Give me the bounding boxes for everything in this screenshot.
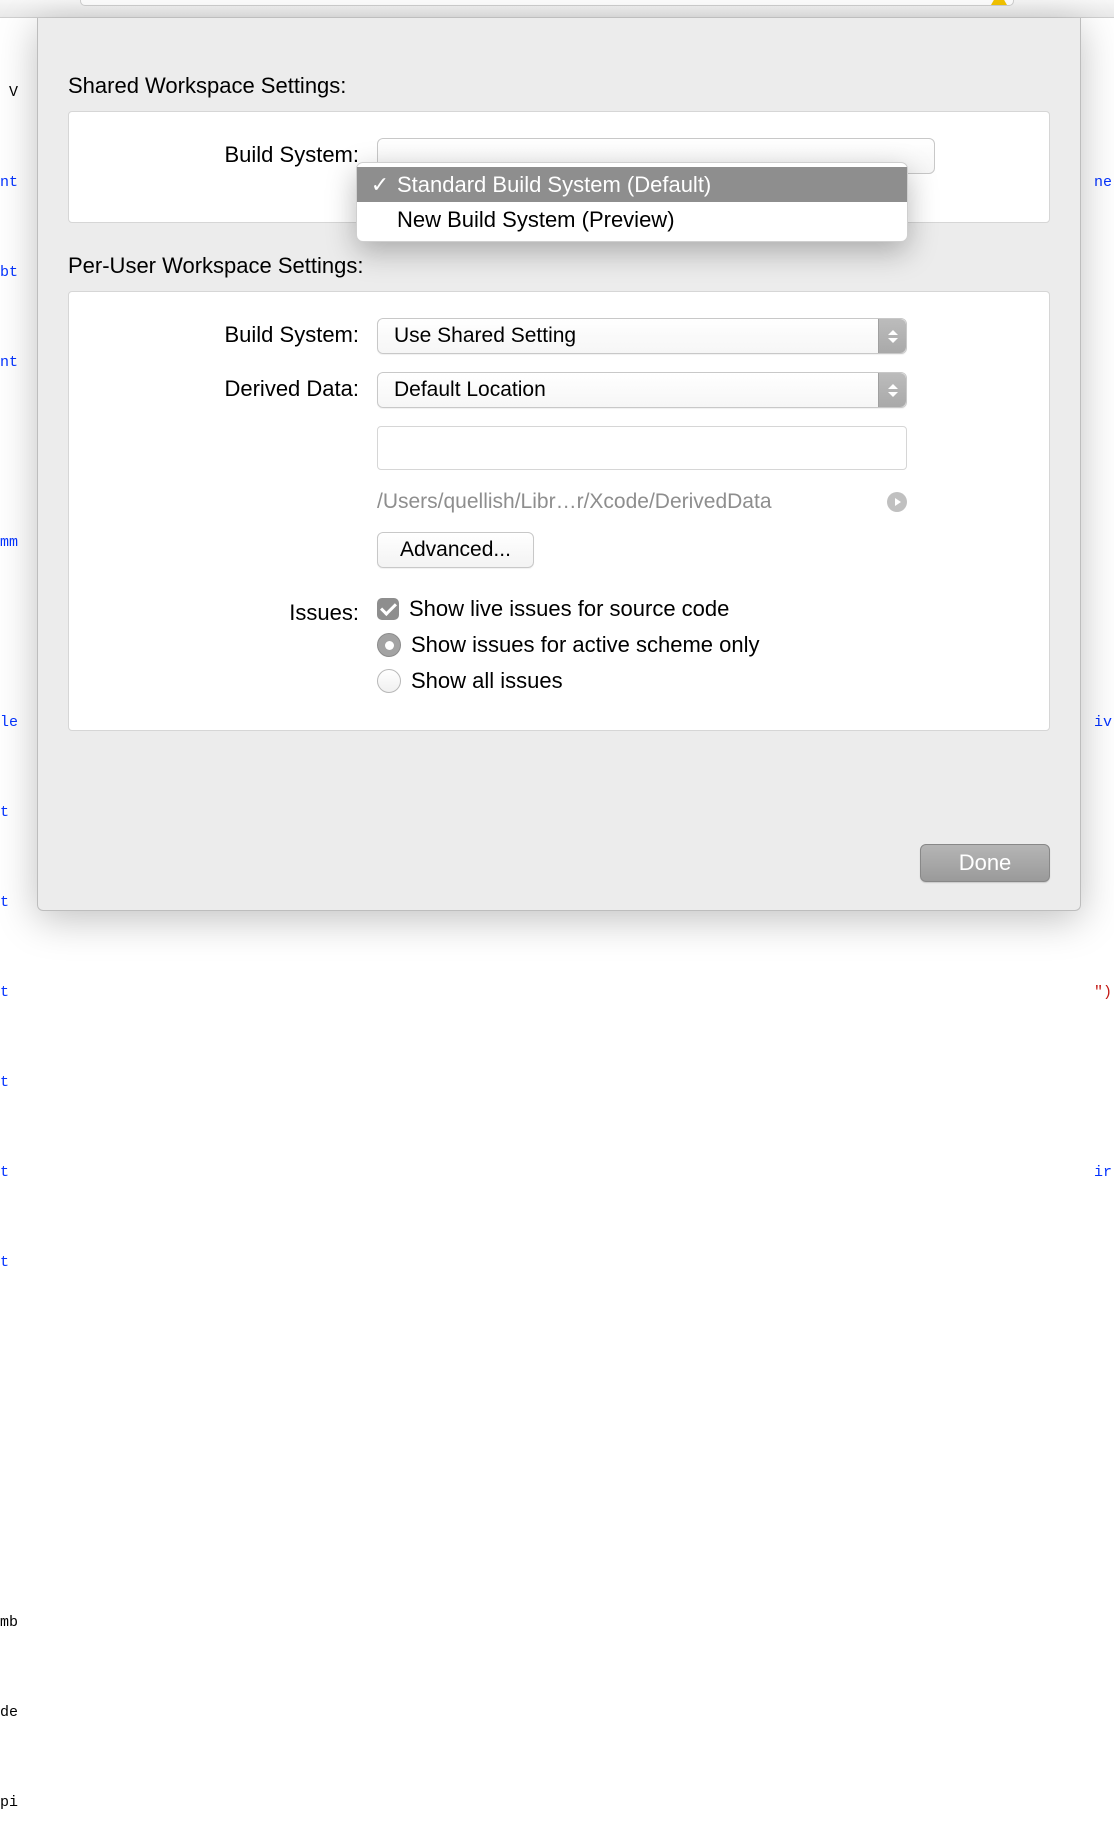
shared-settings-heading: Shared Workspace Settings: — [68, 73, 1050, 99]
code-frag: nt — [0, 348, 18, 378]
per-user-build-system-label: Build System: — [97, 318, 377, 348]
derived-data-path-input[interactable] — [377, 426, 907, 470]
popup-stepper-icon — [878, 373, 906, 407]
radio-unselected-icon — [377, 669, 401, 693]
done-button[interactable]: Done — [920, 844, 1050, 882]
code-frag: de — [0, 1698, 18, 1728]
done-button-label: Done — [959, 850, 1012, 876]
code-frag: le — [0, 708, 18, 738]
code-frag: pi — [0, 1788, 18, 1818]
window-toolbar — [0, 0, 1114, 18]
code-frag: mm — [0, 528, 18, 558]
derived-data-value: Default Location — [394, 378, 546, 402]
per-user-settings-box: Build System: Use Shared Setting Derived… — [68, 291, 1050, 731]
code-frag: ") — [1094, 978, 1114, 1008]
issues-show-all-radio[interactable]: Show all issues — [377, 668, 1021, 694]
checkbox-checked-icon — [377, 598, 399, 620]
shared-build-system-label: Build System: — [97, 138, 377, 168]
menu-item-standard-build-system[interactable]: ✓ Standard Build System (Default) — [357, 167, 907, 202]
checkmark-icon: ✓ — [369, 172, 391, 198]
reveal-in-finder-icon[interactable] — [887, 492, 907, 512]
show-live-issues-label: Show live issues for source code — [409, 596, 729, 622]
advanced-button-label: Advanced... — [400, 538, 511, 562]
code-frag: mb — [0, 1608, 18, 1638]
derived-data-path-display: /Users/quellish/Libr…r/Xcode/DerivedData — [377, 490, 772, 514]
derived-data-label: Derived Data: — [97, 372, 377, 402]
issues-active-scheme-label: Show issues for active scheme only — [411, 632, 760, 658]
menu-item-new-build-system[interactable]: ✓ New Build System (Preview) — [357, 202, 907, 237]
per-user-build-system-value: Use Shared Setting — [394, 324, 576, 348]
shared-build-system-menu: ✓ Standard Build System (Default) ✓ New … — [356, 162, 908, 242]
menu-item-label: Standard Build System (Default) — [397, 172, 711, 198]
radio-selected-icon — [377, 633, 401, 657]
code-frag: nt — [0, 168, 18, 198]
code-frag: iv — [1094, 708, 1114, 738]
advanced-button[interactable]: Advanced... — [377, 532, 534, 568]
code-frag: ir — [1094, 1158, 1114, 1188]
code-frag: ne — [1076, 168, 1114, 198]
code-frag: t — [0, 888, 18, 918]
derived-data-popup[interactable]: Default Location — [377, 372, 907, 408]
workspace-settings-sheet: Shared Workspace Settings: Build System:… — [37, 18, 1081, 911]
warning-icon — [991, 0, 1007, 5]
code-frag: bt — [0, 258, 18, 288]
code-frag: t — [0, 1158, 18, 1188]
code-frag: t — [0, 978, 18, 1008]
issues-label: Issues: — [97, 596, 377, 626]
popup-stepper-icon — [878, 319, 906, 353]
show-live-issues-checkbox[interactable]: Show live issues for source code — [377, 596, 1021, 622]
code-frag — [0, 1428, 27, 1458]
per-user-settings-heading: Per-User Workspace Settings: — [68, 253, 1050, 279]
code-frag: t — [0, 1248, 18, 1278]
issues-show-all-label: Show all issues — [411, 668, 563, 694]
code-frag: t — [0, 798, 18, 828]
address-bar[interactable] — [80, 0, 1014, 6]
issues-active-scheme-radio[interactable]: Show issues for active scheme only — [377, 632, 1021, 658]
per-user-build-system-popup[interactable]: Use Shared Setting — [377, 318, 907, 354]
code-frag: t — [0, 1068, 18, 1098]
menu-item-label: New Build System (Preview) — [397, 207, 675, 233]
code-frag: V — [0, 78, 18, 108]
